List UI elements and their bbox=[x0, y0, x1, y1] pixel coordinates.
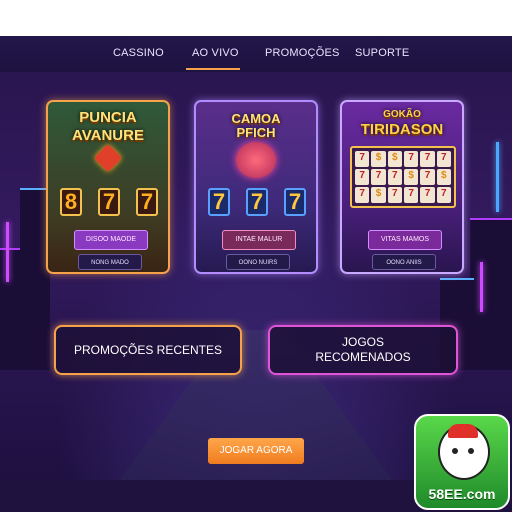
game-secondary-button[interactable]: OONO ANIIS bbox=[372, 254, 436, 270]
game-secondary-button[interactable]: OONO NUIRS bbox=[226, 254, 290, 270]
reel-symbol: 8 bbox=[60, 188, 82, 216]
game-title-line2: TIRIDASON bbox=[360, 121, 444, 138]
neon-strip bbox=[6, 222, 9, 282]
building bbox=[470, 218, 512, 370]
recommended-games-button[interactable]: JOGOS RECOMENADOS bbox=[268, 325, 458, 375]
game-title-line2: PFICH bbox=[236, 125, 276, 140]
slot-symbol: 7 bbox=[420, 151, 435, 167]
creature-icon bbox=[236, 142, 276, 178]
slot-symbol: 7 bbox=[355, 169, 370, 185]
recommended-games-label-line2: RECOMENADOS bbox=[315, 350, 411, 364]
reel-symbol: 7 bbox=[284, 188, 306, 216]
neon-strip bbox=[480, 262, 483, 312]
cap-icon bbox=[448, 424, 478, 438]
slot-symbol: 7 bbox=[420, 169, 435, 185]
top-bar bbox=[0, 0, 512, 36]
slot-symbol: $ bbox=[387, 151, 402, 167]
slot-symbol: $ bbox=[371, 151, 386, 167]
game-card-3[interactable]: GOKÃO TIRIDASON 7 $ $ 7 7 7 7 7 7 $ 7 $ … bbox=[340, 100, 464, 274]
nav-item-promocoes[interactable]: PROMOÇÕES bbox=[265, 47, 340, 59]
reel-symbol: 7 bbox=[136, 188, 158, 216]
nav-active-indicator bbox=[186, 68, 240, 70]
slot-symbol: 7 bbox=[436, 151, 451, 167]
game-title-line2: AVANURE bbox=[72, 127, 144, 144]
slot-symbol: $ bbox=[403, 169, 419, 185]
play-now-button[interactable]: JOGAR AGORA bbox=[208, 438, 304, 464]
reel-symbol: 7 bbox=[246, 188, 268, 216]
slot-symbol: $ bbox=[371, 187, 386, 203]
main-nav: CASSINO AO VIVO PROMOÇÕES SUPORTE bbox=[0, 36, 512, 73]
recent-promotions-label: PROMOÇÕES RECENTES bbox=[73, 343, 223, 357]
game-card-2[interactable]: CAMOA PFICH 7 7 7 INTAE MALUR OONO NUIRS bbox=[194, 100, 318, 274]
reel-symbol: 7 bbox=[98, 188, 120, 216]
recommended-games-label-line1: JOGOS bbox=[341, 335, 384, 349]
brand-logo[interactable]: 58EE.com bbox=[414, 414, 510, 510]
gem-icon bbox=[93, 143, 123, 173]
nav-item-suporte[interactable]: SUPORTE bbox=[355, 47, 409, 59]
nav-item-ao-vivo[interactable]: AO VIVO bbox=[192, 47, 239, 59]
game-title-line1: GOKÃO bbox=[383, 109, 421, 120]
neon-strip bbox=[496, 142, 499, 212]
slot-symbol: 7 bbox=[355, 187, 370, 203]
slot-symbol: 7 bbox=[420, 187, 435, 203]
game-primary-button[interactable]: VITAS MAMOS bbox=[368, 230, 442, 250]
eye-icon bbox=[452, 448, 458, 454]
game-title-line1: PUNCIA bbox=[79, 109, 137, 126]
slot-symbol: 7 bbox=[371, 169, 386, 185]
slot-grid: 7 $ $ 7 7 7 7 7 7 $ 7 $ 7 $ 7 7 7 7 bbox=[350, 146, 456, 208]
slot-symbol: $ bbox=[436, 169, 451, 185]
slot-symbol: 7 bbox=[387, 169, 402, 185]
eye-icon bbox=[468, 448, 474, 454]
game-secondary-button[interactable]: NONG MADO bbox=[78, 254, 142, 270]
rabbit-mascot-icon bbox=[438, 424, 490, 480]
reel-symbol: 7 bbox=[208, 188, 230, 216]
nav-item-cassino[interactable]: CASSINO bbox=[113, 47, 164, 59]
game-card-1[interactable]: PUNCIA AVANURE 8 7 7 DISOO MAODE NONG MA… bbox=[46, 100, 170, 274]
game-title-line1: CAMOA bbox=[231, 111, 281, 126]
slot-symbol: 7 bbox=[355, 151, 370, 167]
slot-symbol: 7 bbox=[403, 187, 419, 203]
slot-symbol: 7 bbox=[387, 187, 402, 203]
game-primary-button[interactable]: DISOO MAODE bbox=[74, 230, 148, 250]
game-primary-button[interactable]: INTAE MALUR bbox=[222, 230, 296, 250]
slot-symbol: 7 bbox=[403, 151, 419, 167]
brand-logo-text: 58EE.com bbox=[428, 486, 496, 502]
slot-symbol: 7 bbox=[436, 187, 451, 203]
recent-promotions-button[interactable]: PROMOÇÕES RECENTES bbox=[54, 325, 242, 375]
